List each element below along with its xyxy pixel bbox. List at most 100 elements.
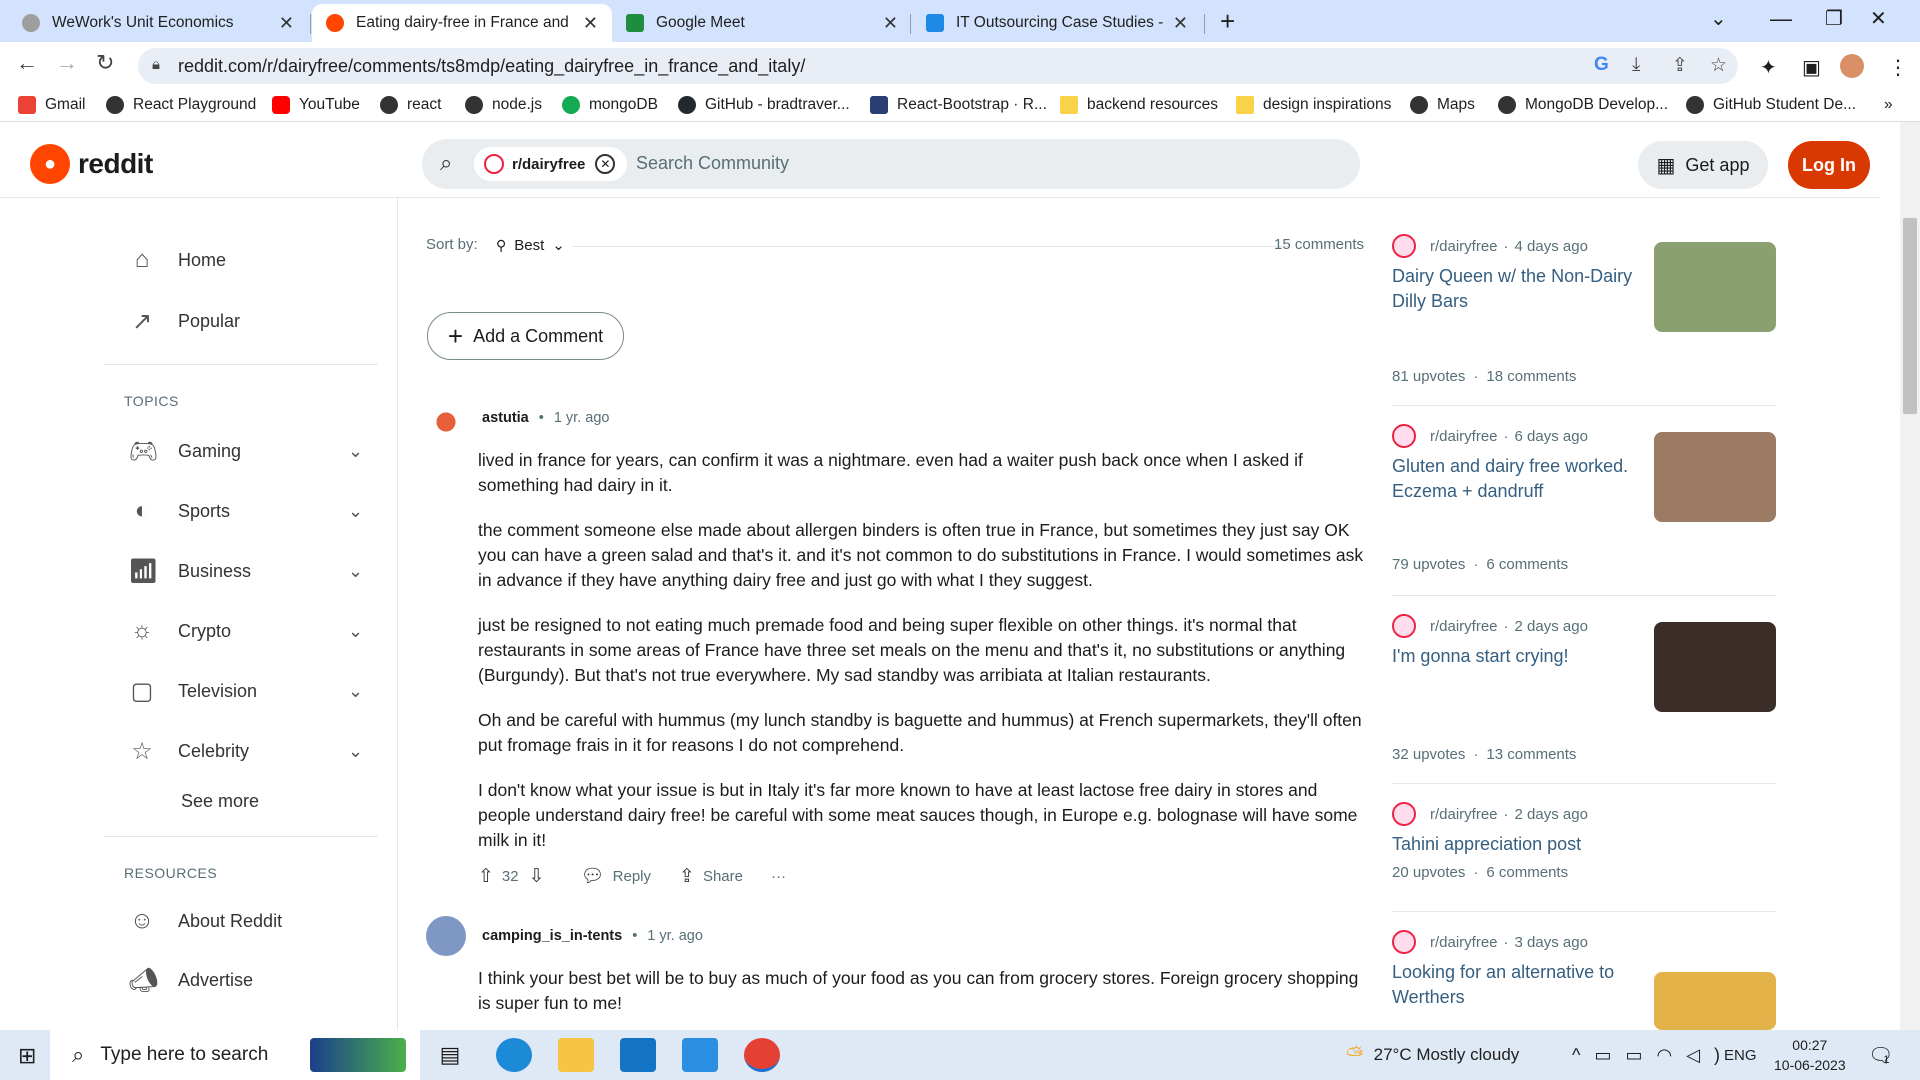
reload-icon[interactable]: ↻: [96, 50, 114, 76]
sidebar-item-television[interactable]: ▢ Television ⌄: [128, 671, 363, 711]
login-button[interactable]: Log In: [1788, 141, 1870, 189]
google-lens-icon[interactable]: G: [1594, 54, 1609, 76]
vscode-icon[interactable]: [682, 1038, 718, 1072]
downvote-icon[interactable]: ⇩: [529, 865, 545, 888]
task-view-icon[interactable]: ▤: [432, 1038, 468, 1072]
system-tray-icons[interactable]: ^▭▭◠◁): [1572, 1030, 1734, 1080]
comment-time[interactable]: 1 yr. ago: [554, 410, 610, 426]
tab-google-meet[interactable]: Google Meet ✕: [612, 4, 912, 42]
side-panel-icon[interactable]: ▣: [1802, 55, 1821, 80]
share-button[interactable]: ⇪ Share: [679, 865, 743, 888]
file-explorer-icon[interactable]: [558, 1038, 594, 1072]
post-title[interactable]: Gluten and dairy free worked. Eczema + d…: [1392, 454, 1642, 504]
comment-author[interactable]: camping_is_in-tents: [482, 928, 622, 944]
more-bookmarks-chevron-icon[interactable]: »: [1884, 96, 1893, 114]
clear-community-icon[interactable]: ✕: [595, 154, 616, 174]
minimize-button[interactable]: —: [1770, 6, 1792, 32]
menu-dots-icon[interactable]: ⋮: [1888, 55, 1908, 80]
sidebar-item-crypto[interactable]: ☼ Crypto ⌄: [128, 611, 363, 651]
more-options-button[interactable]: ···: [771, 868, 786, 885]
community-chip[interactable]: r/dairyfree ✕: [474, 147, 628, 181]
back-arrow-icon[interactable]: ←: [16, 50, 38, 76]
post-title[interactable]: Tahini appreciation post: [1392, 832, 1642, 857]
close-icon[interactable]: ✕: [883, 13, 898, 34]
reddit-logo[interactable]: ● reddit: [30, 144, 153, 184]
taskbar-search-input[interactable]: Type here to search: [100, 1044, 268, 1066]
sidebar-item-about-reddit[interactable]: ☺ About Reddit: [128, 901, 282, 941]
get-app-button[interactable]: ▦ Get app: [1638, 141, 1768, 189]
sidebar-item-advertise[interactable]: 📣︎ Advertise: [128, 960, 253, 1000]
install-icon[interactable]: ⤓: [1632, 54, 1640, 76]
bookmark-nodejs[interactable]: node.js: [465, 96, 542, 114]
sidebar-item-sports[interactable]: ◐ Sports ⌄: [128, 491, 363, 531]
post-title[interactable]: Looking for an alternative to Werthers: [1392, 960, 1642, 1010]
profile-avatar[interactable]: [1840, 54, 1864, 78]
search-input[interactable]: Search Community: [636, 153, 789, 174]
bookmark-folder-backend[interactable]: backend resources: [1060, 96, 1218, 114]
chevron-down-icon[interactable]: ⌄: [348, 681, 363, 702]
related-post[interactable]: r/dairyfree · 2 days ago Tahini appreciati…: [1392, 784, 1776, 912]
related-post[interactable]: r/dairyfree · 2 days ago I'm gonna start c…: [1392, 596, 1776, 784]
close-icon[interactable]: ✕: [1173, 13, 1188, 34]
scrollbar-thumb[interactable]: [1903, 218, 1917, 414]
comment-author[interactable]: astutia: [482, 410, 529, 426]
page-scrollbar[interactable]: [1900, 122, 1920, 1030]
post-subreddit[interactable]: r/dairyfree: [1430, 428, 1498, 445]
chrome-icon[interactable]: [744, 1038, 780, 1072]
language-indicator[interactable]: ENG: [1724, 1030, 1757, 1080]
bookmark-mongodb[interactable]: mongoDB: [562, 96, 658, 114]
clock[interactable]: 00:27 10-06-2023: [1774, 1030, 1846, 1080]
sidebar-item-business[interactable]: 📶︎ Business ⌄: [128, 551, 363, 591]
upvote-icon[interactable]: ⇧: [478, 865, 494, 888]
bookmark-youtube[interactable]: YouTube: [272, 96, 360, 114]
post-title[interactable]: I'm gonna start crying!: [1392, 644, 1642, 669]
chevron-down-icon[interactable]: ⌄: [348, 501, 363, 522]
post-title[interactable]: Dairy Queen w/ the Non-Dairy Dilly Bars: [1392, 264, 1642, 314]
bookmark-maps[interactable]: Maps: [1410, 96, 1475, 114]
comment-time[interactable]: 1 yr. ago: [647, 928, 703, 944]
sidebar-item-celebrity[interactable]: ☆ Celebrity ⌄: [128, 731, 363, 771]
chevron-down-icon[interactable]: ⌄: [348, 561, 363, 582]
windows-start-icon[interactable]: ⊞: [18, 1043, 36, 1069]
close-icon[interactable]: ✕: [279, 13, 294, 34]
tab-wework[interactable]: WeWork's Unit Economics ✕: [8, 4, 308, 42]
reply-button[interactable]: 💬︎ Reply: [581, 864, 651, 888]
sidebar-item-gaming[interactable]: 🎮︎ Gaming ⌄: [128, 431, 363, 471]
extensions-icon[interactable]: ✦: [1760, 55, 1777, 80]
lock-icon[interactable]: 🔒︎: [152, 56, 160, 73]
bookmark-gmail[interactable]: Gmail: [18, 96, 85, 114]
bookmark-github-student[interactable]: GitHub Student De...: [1686, 96, 1856, 114]
chevron-down-icon[interactable]: ⌄: [348, 621, 363, 642]
share-icon[interactable]: ⇪: [1672, 54, 1688, 77]
chevron-down-icon[interactable]: ⌄: [348, 441, 363, 462]
close-window-button[interactable]: ✕: [1870, 6, 1887, 31]
sort-dropdown[interactable]: ⚲ Best ⌄: [496, 236, 565, 255]
url-text[interactable]: reddit.com/r/dairyfree/comments/ts8mdp/e…: [178, 56, 805, 77]
bookmark-mongodb-developer[interactable]: MongoDB Develop...: [1498, 96, 1668, 114]
related-post[interactable]: r/dairyfree · 4 days ago Dairy Queen w/ th…: [1392, 216, 1776, 406]
bookmark-folder-design[interactable]: design inspirations: [1236, 96, 1391, 114]
sidebar-item-popular[interactable]: ↗ Popular: [128, 301, 240, 341]
post-thumbnail[interactable]: [1654, 242, 1776, 332]
post-subreddit[interactable]: r/dairyfree: [1430, 238, 1498, 255]
new-tab-button[interactable]: +: [1220, 6, 1235, 37]
bookmark-star-icon[interactable]: ☆: [1710, 54, 1727, 77]
post-subreddit[interactable]: r/dairyfree: [1430, 618, 1498, 635]
edge-icon[interactable]: [496, 1038, 532, 1072]
bookmark-react-playground[interactable]: React Playground: [106, 96, 256, 114]
bookmark-react-bootstrap[interactable]: React-Bootstrap · R...: [870, 96, 1047, 114]
related-post[interactable]: r/dairyfree · 6 days ago Gluten and dairy …: [1392, 406, 1776, 596]
bookmark-react[interactable]: react: [380, 96, 441, 114]
taskbar-search[interactable]: ⌕ Type here to search: [50, 1030, 420, 1080]
restore-button[interactable]: ❐: [1825, 6, 1843, 31]
avatar[interactable]: [426, 916, 466, 956]
tab-search-chevron-icon[interactable]: ⌄: [1710, 6, 1727, 31]
see-more-button[interactable]: See more: [181, 781, 259, 821]
bookmark-github-bradtraversy[interactable]: GitHub - bradtraver...: [678, 96, 850, 114]
forward-arrow-icon[interactable]: →: [56, 50, 78, 76]
chevron-down-icon[interactable]: ⌄: [348, 741, 363, 762]
avatar[interactable]: [426, 398, 466, 438]
close-icon[interactable]: ✕: [583, 13, 598, 34]
post-thumbnail[interactable]: [1654, 972, 1776, 1030]
mail-icon[interactable]: [620, 1038, 656, 1072]
